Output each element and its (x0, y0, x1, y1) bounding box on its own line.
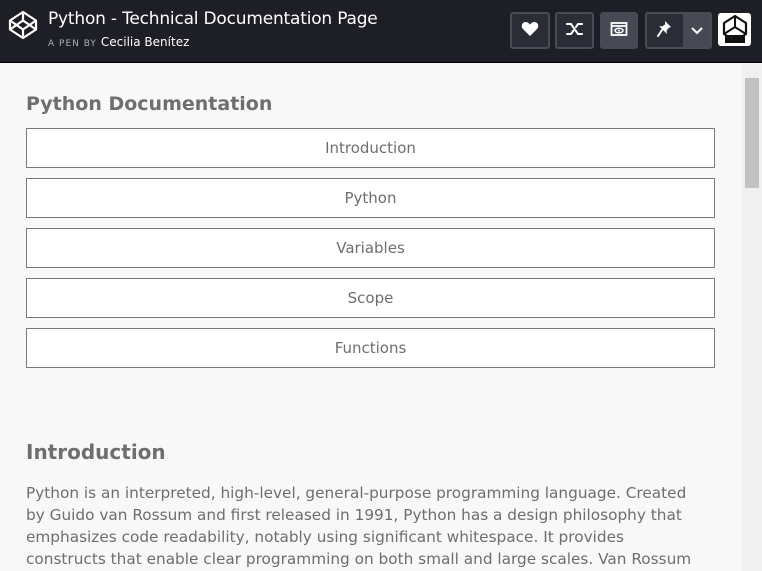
preview-pane: Python Documentation Introduction Python… (0, 64, 742, 571)
scrollbar-thumb[interactable] (745, 78, 759, 188)
pen-header: Python - Technical Documentation Page A … (0, 0, 762, 63)
pin-button-group (645, 12, 712, 49)
preview-scrollbar[interactable] (742, 64, 762, 571)
nav-link-functions[interactable]: Functions (26, 328, 715, 368)
fork-icon (565, 21, 584, 41)
codepen-logo-icon[interactable] (8, 10, 38, 40)
chevron-down-icon (690, 21, 704, 40)
author-link[interactable]: Cecilia Benítez (101, 35, 189, 49)
pen-title: Python - Technical Documentation Page (48, 9, 378, 29)
nav-link-introduction[interactable]: Introduction (26, 128, 715, 168)
section-title-introduction: Introduction (26, 440, 166, 464)
doc-navbar: Introduction Python Variables Scope Func… (26, 128, 715, 378)
fork-button[interactable] (555, 12, 594, 49)
nav-link-scope[interactable]: Scope (26, 278, 715, 318)
nav-link-variables[interactable]: Variables (26, 228, 715, 268)
section-body-introduction: Python is an interpreted, high-level, ge… (26, 484, 692, 568)
pin-icon (657, 20, 673, 42)
pen-byline: A PEN BY Cecilia Benítez (48, 35, 189, 49)
pin-dropdown-button[interactable] (683, 14, 710, 47)
love-button[interactable] (510, 12, 550, 49)
doc-title: Python Documentation (26, 93, 273, 115)
avatar-icon (720, 13, 750, 47)
change-view-button[interactable] (600, 12, 638, 49)
nav-link-python[interactable]: Python (26, 178, 715, 218)
byline-prefix: A PEN BY (48, 39, 97, 49)
heart-icon (521, 21, 539, 41)
view-icon (610, 21, 628, 41)
user-avatar[interactable] (718, 13, 751, 46)
pin-button[interactable] (647, 14, 683, 47)
